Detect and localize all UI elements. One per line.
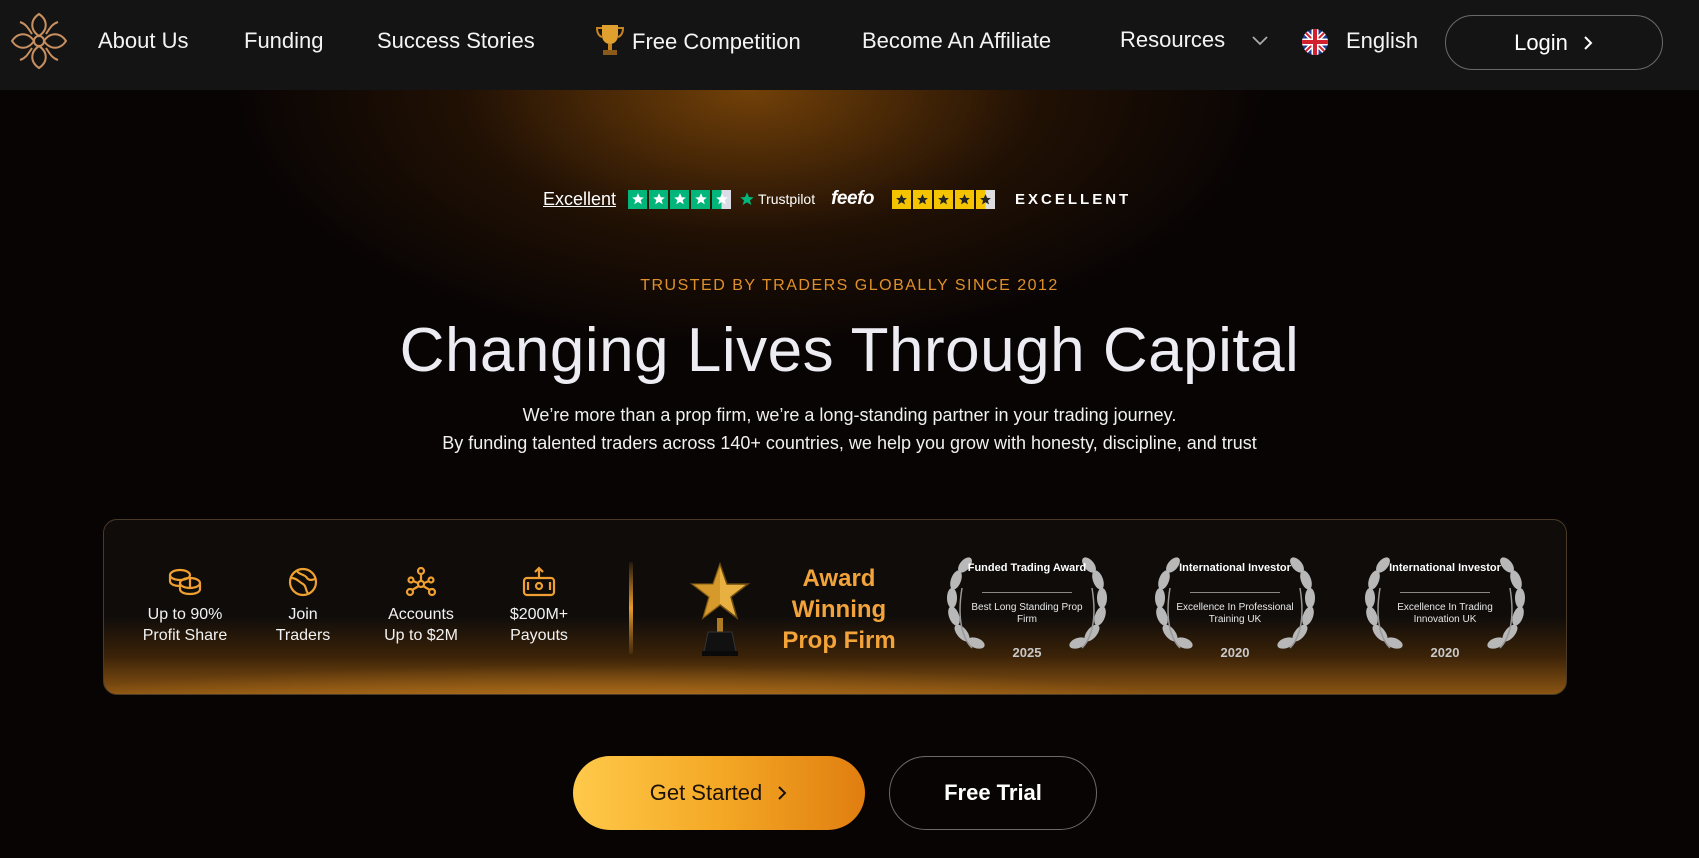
nav-success-stories[interactable]: Success Stories	[377, 28, 535, 54]
laurel-title: Funded Trading Award	[967, 562, 1087, 574]
star-icon	[628, 189, 648, 209]
feature-line-2: Payouts	[510, 627, 568, 644]
laurel-rule	[1400, 592, 1490, 593]
coins-icon	[168, 568, 202, 596]
star-icon	[649, 189, 669, 209]
laurel-year: 2020	[1220, 645, 1250, 660]
feature-line-1: Accounts	[388, 606, 454, 623]
hero-headline: Changing Lives Through Capital	[399, 316, 1300, 385]
feefo-stars	[892, 189, 996, 209]
laurel-title: International Investor	[1179, 562, 1291, 574]
laurel-rule	[982, 592, 1072, 593]
laurel-description: Best Long Standing Prop Firm	[971, 602, 1083, 625]
login-button[interactable]: Login	[1445, 15, 1663, 70]
feefo-rating-label: EXCELLENT	[1015, 190, 1132, 208]
half-star-icon	[976, 189, 996, 209]
hero-subtitle-line-2: By funding talented traders across 140+ …	[442, 433, 1257, 453]
laurel-rule	[1190, 592, 1280, 593]
nav-about-us[interactable]: About Us	[98, 28, 189, 54]
award-line-1: Award	[802, 565, 876, 592]
feature-profit-share: Up to 90% Profit Share	[130, 566, 240, 646]
feature-line-2: Up to $2M	[384, 627, 458, 644]
feature-line-1: Join	[288, 606, 318, 623]
chevron-down-icon[interactable]	[1250, 32, 1270, 48]
chevron-right-icon	[1584, 35, 1593, 50]
feature-line-1: Up to 90%	[147, 606, 223, 623]
award-line-3: Prop Firm	[782, 627, 896, 654]
payout-icon	[522, 566, 556, 597]
uk-flag-icon	[1302, 29, 1328, 55]
laurel-description: Excellence In Professional Training UK	[1176, 602, 1294, 625]
laurel-year: 2020	[1430, 645, 1460, 660]
divider	[629, 562, 633, 654]
star-icon	[892, 189, 912, 209]
star-icon	[934, 189, 954, 209]
highlights-panel: Up to 90% Profit Share Join Traders Acco…	[103, 519, 1567, 695]
feature-line-1: $200M+	[509, 606, 569, 623]
star-icon	[913, 189, 933, 209]
ratings-bar: Excellent Trustpilot feefo EXCELLENT	[543, 186, 1131, 212]
free-trial-button[interactable]: Free Trial	[889, 756, 1097, 830]
star-trophy-icon	[690, 562, 750, 656]
trustpilot-star-icon	[740, 192, 754, 205]
award-laurel: International Investor Excellence In Pro…	[1140, 548, 1330, 666]
nav-funding[interactable]: Funding	[244, 28, 324, 54]
feature-line-2: Profit Share	[142, 627, 228, 644]
login-label: Login	[1514, 29, 1568, 55]
hero-tagline: TRUSTED BY TRADERS GLOBALLY SINCE 2012	[640, 277, 1059, 294]
feature-join-traders: Join Traders	[248, 566, 358, 646]
laurel-title: International Investor	[1389, 562, 1501, 574]
award-laurel: International Investor Excellence In Tra…	[1350, 548, 1540, 666]
feature-line-2: Traders	[275, 627, 331, 644]
trustpilot-logo: Trustpilot	[739, 191, 815, 207]
nav-free-competition[interactable]: Free Competition	[594, 25, 801, 61]
feature-accounts: Accounts Up to $2M	[366, 566, 476, 646]
nav-free-competition-label: Free Competition	[632, 28, 801, 54]
star-icon	[955, 189, 975, 209]
half-star-icon	[712, 189, 732, 209]
laurel-year: 2025	[1012, 645, 1042, 660]
get-started-button[interactable]: Get Started	[573, 756, 865, 830]
award-line-2: Winning	[791, 596, 887, 623]
feefo-logo: feefo	[831, 188, 875, 209]
nav-become-affiliate[interactable]: Become An Affiliate	[862, 28, 1051, 54]
star-icon	[691, 189, 711, 209]
brand-logo[interactable]	[8, 10, 70, 72]
trustpilot-rating-link[interactable]: Excellent	[543, 189, 616, 210]
hero-subtitle-line-1: We’re more than a prop firm, we’re a lon…	[522, 405, 1177, 425]
language-selector[interactable]: English	[1346, 28, 1418, 54]
award-winning-text: Award Winning Prop Firm	[764, 563, 914, 656]
chevron-right-icon	[778, 786, 787, 800]
trustpilot-brand-text: Trustpilot	[758, 191, 816, 207]
get-started-label: Get Started	[649, 780, 763, 805]
award-laurel: Funded Trading Award Best Long Standing …	[932, 548, 1122, 666]
network-icon	[405, 566, 437, 597]
star-icon	[670, 189, 690, 209]
laurel-description: Excellence In Trading Innovation UK	[1397, 602, 1493, 625]
trophy-icon	[595, 25, 625, 55]
top-navigation: About Us Funding Success Stories Free Co…	[0, 0, 1699, 90]
nav-resources[interactable]: Resources	[1120, 27, 1225, 53]
feature-payouts: $200M+ Payouts	[484, 566, 594, 646]
trustpilot-stars	[628, 189, 732, 209]
globe-icon	[288, 567, 318, 597]
